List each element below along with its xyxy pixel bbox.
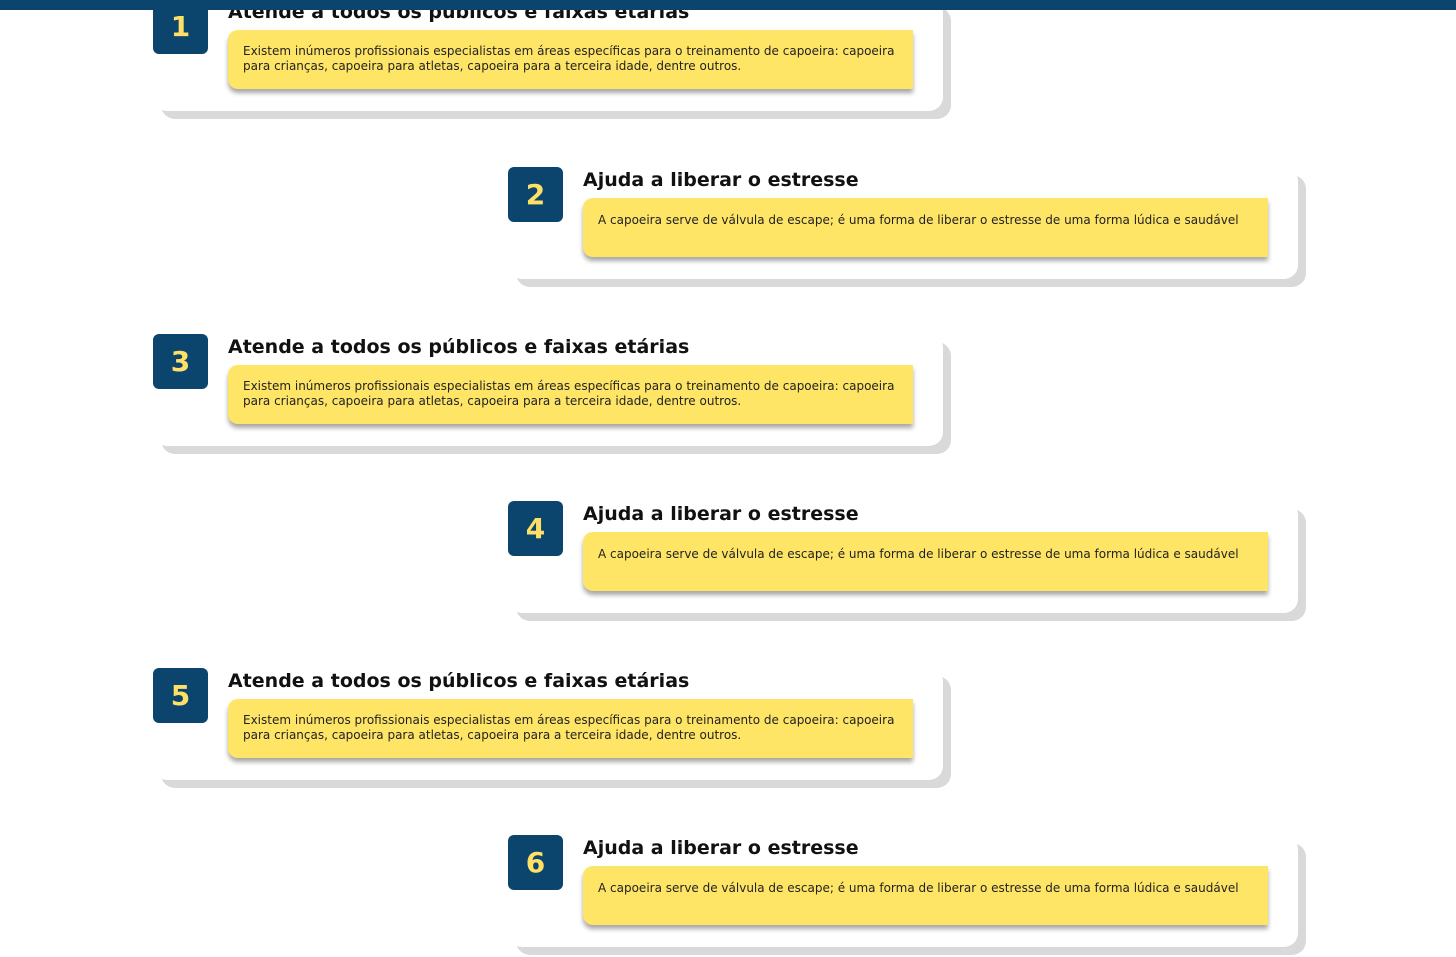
benefit-number: 6 bbox=[508, 835, 563, 890]
benefit-number: 5 bbox=[153, 668, 208, 723]
top-header-bar bbox=[0, 0, 1456, 10]
benefit-card-5: 5 Atende a todos os públicos e faixas et… bbox=[153, 668, 953, 790]
benefit-number: 3 bbox=[153, 334, 208, 389]
benefit-card-2: 2 Ajuda a liberar o estresse A capoeira … bbox=[508, 167, 1308, 289]
benefit-title: Ajuda a liberar o estresse bbox=[583, 837, 859, 859]
benefit-description: Existem inúmeros profissionais especiali… bbox=[228, 365, 913, 424]
benefit-description: Existem inúmeros profissionais especiali… bbox=[228, 30, 913, 89]
benefit-card-4: 4 Ajuda a liberar o estresse A capoeira … bbox=[508, 501, 1308, 623]
benefit-number: 4 bbox=[508, 501, 563, 556]
benefit-description: A capoeira serve de válvula de escape; é… bbox=[583, 866, 1268, 925]
benefit-card-3: 3 Atende a todos os públicos e faixas et… bbox=[153, 334, 953, 456]
benefit-title: Ajuda a liberar o estresse bbox=[583, 503, 859, 525]
benefit-number: 2 bbox=[508, 167, 563, 222]
benefit-title: Atende a todos os públicos e faixas etár… bbox=[228, 336, 690, 358]
benefit-description: Existem inúmeros profissionais especiali… bbox=[228, 699, 913, 758]
benefit-card-1: 1 Atende a todos os públicos e faixas et… bbox=[153, 0, 953, 121]
benefit-card-6: 6 Ajuda a liberar o estresse A capoeira … bbox=[508, 835, 1308, 957]
benefit-title: Ajuda a liberar o estresse bbox=[583, 169, 859, 191]
benefit-title: Atende a todos os públicos e faixas etár… bbox=[228, 670, 690, 692]
benefit-description: A capoeira serve de válvula de escape; é… bbox=[583, 532, 1268, 591]
benefit-description: A capoeira serve de válvula de escape; é… bbox=[583, 198, 1268, 257]
